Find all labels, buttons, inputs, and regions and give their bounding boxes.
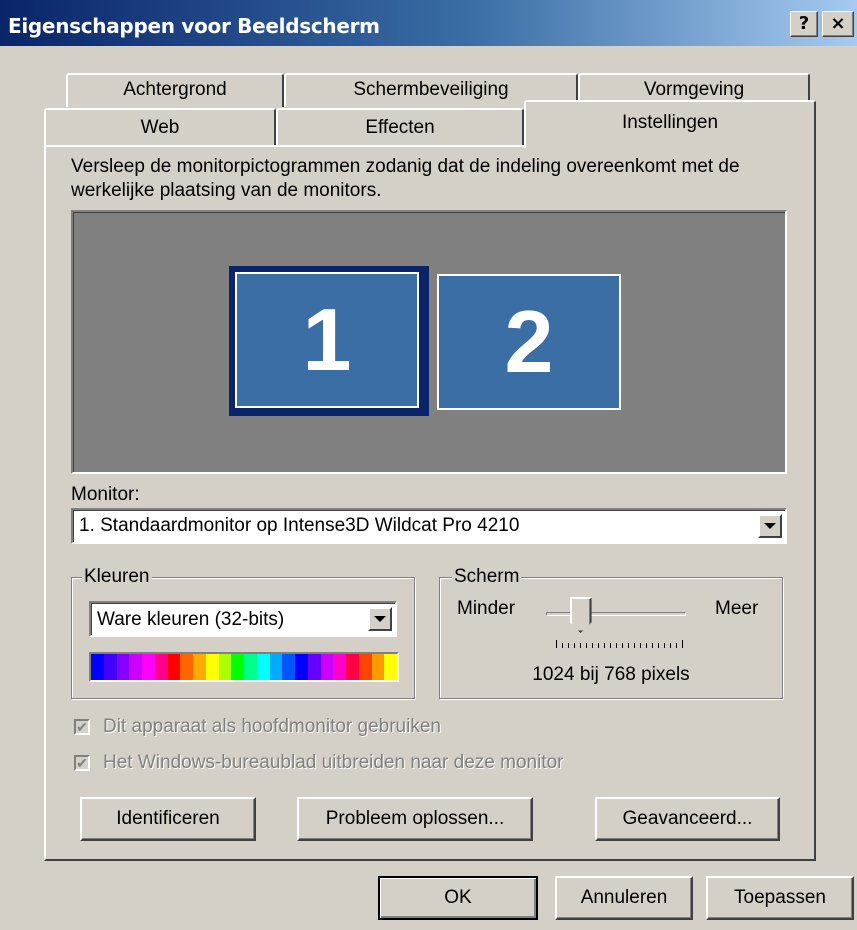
resolution-text: 1024 bij 768 pixels (532, 664, 690, 685)
spectrum-swatch (167, 654, 181, 680)
spectrum-swatch (193, 654, 206, 680)
slider-ticks (556, 640, 683, 648)
spectrum-swatch (154, 654, 168, 680)
chevron-down-icon[interactable] (758, 514, 782, 538)
monitor-1-icon[interactable]: 1 (235, 272, 419, 408)
slider-tick (616, 643, 617, 648)
troubleshoot-button[interactable]: Probleem oplossen... (297, 797, 533, 841)
spectrum-swatch (180, 654, 193, 680)
less-label: Minder (457, 598, 516, 619)
color-depth-dropdown[interactable]: Ware kleuren (32-bits) (89, 601, 397, 637)
slider-tick (604, 643, 605, 648)
monitor-2-icon[interactable]: 2 (437, 274, 621, 410)
more-label: Meer (715, 598, 759, 619)
spectrum-swatch (269, 654, 283, 680)
slider-tick (568, 643, 569, 648)
slider-tick (574, 643, 575, 648)
slider-tick (628, 643, 629, 648)
slider-tick (658, 643, 659, 648)
colors-legend: Kleuren (82, 566, 152, 588)
monitor-dropdown[interactable]: 1. Standaardmonitor op Intense3D Wildcat… (71, 508, 787, 544)
color-spectrum-bar (89, 652, 399, 682)
spectrum-swatch (91, 654, 104, 680)
spectrum-swatch (282, 654, 295, 680)
tab-web[interactable]: Web (44, 108, 276, 146)
spectrum-swatch (103, 654, 117, 680)
slider-tick (646, 643, 647, 648)
advanced-button[interactable]: Geavanceerd... (595, 797, 780, 841)
tab-instellingen[interactable]: Instellingen (524, 100, 816, 148)
spectrum-swatch (320, 654, 334, 680)
primary-monitor-label: Dit apparaat als hoofdmonitor gebruiken (103, 716, 441, 737)
monitor-label: Monitor: (71, 484, 140, 505)
spectrum-swatch (244, 654, 257, 680)
spectrum-swatch (295, 654, 308, 680)
slider-tick (610, 643, 611, 648)
monitor-1-selection[interactable]: 1 (229, 266, 429, 416)
spectrum-swatch (333, 654, 346, 680)
slider-tick (682, 640, 683, 648)
slider-tick (586, 643, 587, 648)
spectrum-swatch (371, 654, 385, 680)
spectrum-swatch (205, 654, 219, 680)
slider-tick (676, 643, 677, 648)
primary-monitor-checkbox[interactable]: ✔ (74, 719, 90, 735)
slider-tick (640, 643, 641, 648)
spectrum-swatch (346, 654, 359, 680)
slider-tick (622, 643, 623, 648)
monitor-dropdown-value: 1. Standaardmonitor op Intense3D Wildcat… (79, 515, 520, 536)
title-bar[interactable]: Eigenschappen voor Beeldscherm ? × (0, 0, 857, 46)
slider-tick (562, 643, 563, 648)
slider-tick (664, 643, 665, 648)
slider-tick (670, 643, 671, 648)
ok-button[interactable]: OK (378, 876, 538, 920)
extend-desktop-checkbox[interactable]: ✔ (74, 755, 90, 771)
tab-effecten[interactable]: Effecten (276, 108, 524, 146)
spectrum-swatch (307, 654, 321, 680)
spectrum-swatch (384, 654, 397, 680)
screen-legend: Scherm (452, 566, 522, 588)
spectrum-swatch (358, 654, 372, 680)
spectrum-swatch (129, 654, 142, 680)
help-button[interactable]: ? (790, 11, 818, 37)
spectrum-swatch (142, 654, 155, 680)
slider-tick (580, 643, 581, 648)
apply-button[interactable]: Toepassen (706, 876, 854, 920)
tab-achtergrond[interactable]: Achtergrond (66, 73, 284, 107)
spectrum-swatch (231, 654, 244, 680)
color-depth-value: Ware kleuren (32-bits) (97, 609, 285, 630)
cancel-button[interactable]: Annuleren (555, 876, 693, 920)
close-button[interactable]: × (822, 11, 854, 37)
resolution-slider-track[interactable] (546, 612, 686, 616)
spectrum-swatch (218, 654, 232, 680)
spectrum-swatch (116, 654, 130, 680)
slider-tick (556, 640, 557, 648)
slider-tick (592, 643, 593, 648)
slider-tick (634, 643, 635, 648)
slider-tick (598, 643, 599, 648)
slider-tick (652, 643, 653, 648)
identify-button[interactable]: Identificeren (80, 797, 256, 841)
monitor-arrangement-area[interactable]: 1 2 (71, 210, 787, 474)
extend-desktop-label: Het Windows-bureaublad uitbreiden naar d… (103, 752, 564, 773)
instruction-text: Versleep de monitorpictogrammen zodanig … (71, 156, 740, 201)
window-title: Eigenschappen voor Beeldscherm (8, 14, 380, 38)
chevron-down-icon[interactable] (368, 607, 392, 631)
spectrum-swatch (256, 654, 270, 680)
